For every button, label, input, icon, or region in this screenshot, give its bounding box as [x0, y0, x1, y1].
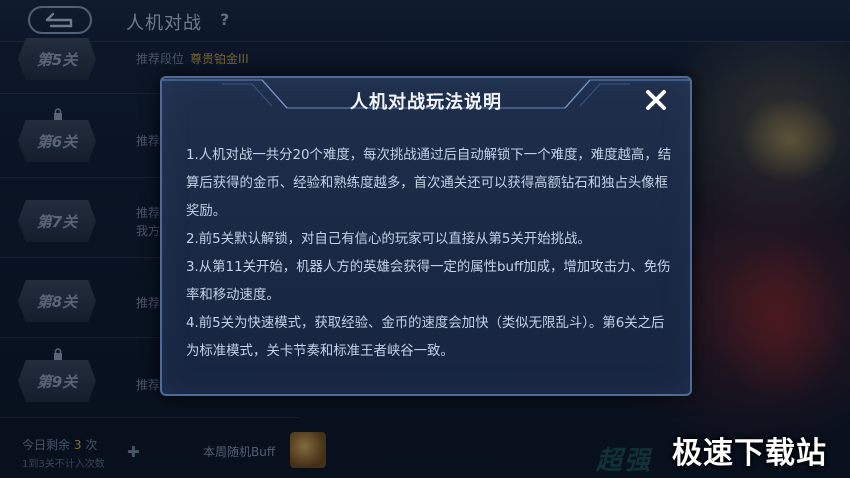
rule-paragraph-4: 4.前5关为快速模式，获取经验、金币的速度会加快（类似无限乱斗）。第6关之后为标… [186, 316, 665, 359]
site-watermark: 极速下载站 [672, 436, 827, 471]
rule-paragraph-2: 2.前5关默认解锁，对自己有信心的玩家可以直接从第5关开始挑战。 [186, 232, 591, 247]
close-button[interactable] [640, 84, 672, 116]
rule-paragraph-1: 1.人机对战一共分20个难度，每次挑战通过后自动解锁下一个难度，难度越高，结算后… [186, 148, 672, 219]
dialog-header: 人机对战玩法说明 [162, 78, 690, 122]
dialog-body: 1.人机对战一共分20个难度，每次挑战通过后自动解锁下一个难度，难度越高，结算后… [186, 142, 672, 366]
close-icon [646, 90, 666, 110]
rule-paragraph-3: 3.从第11关开始，机器人方的英雄会获得一定的属性buff加成，增加攻击力、免伤… [186, 260, 671, 303]
rules-dialog: 人机对战玩法说明 1.人机对战一共分20个难度，每次挑战通过后自动解锁下一个难度… [160, 76, 692, 396]
dialog-title: 人机对战玩法说明 [350, 92, 502, 113]
